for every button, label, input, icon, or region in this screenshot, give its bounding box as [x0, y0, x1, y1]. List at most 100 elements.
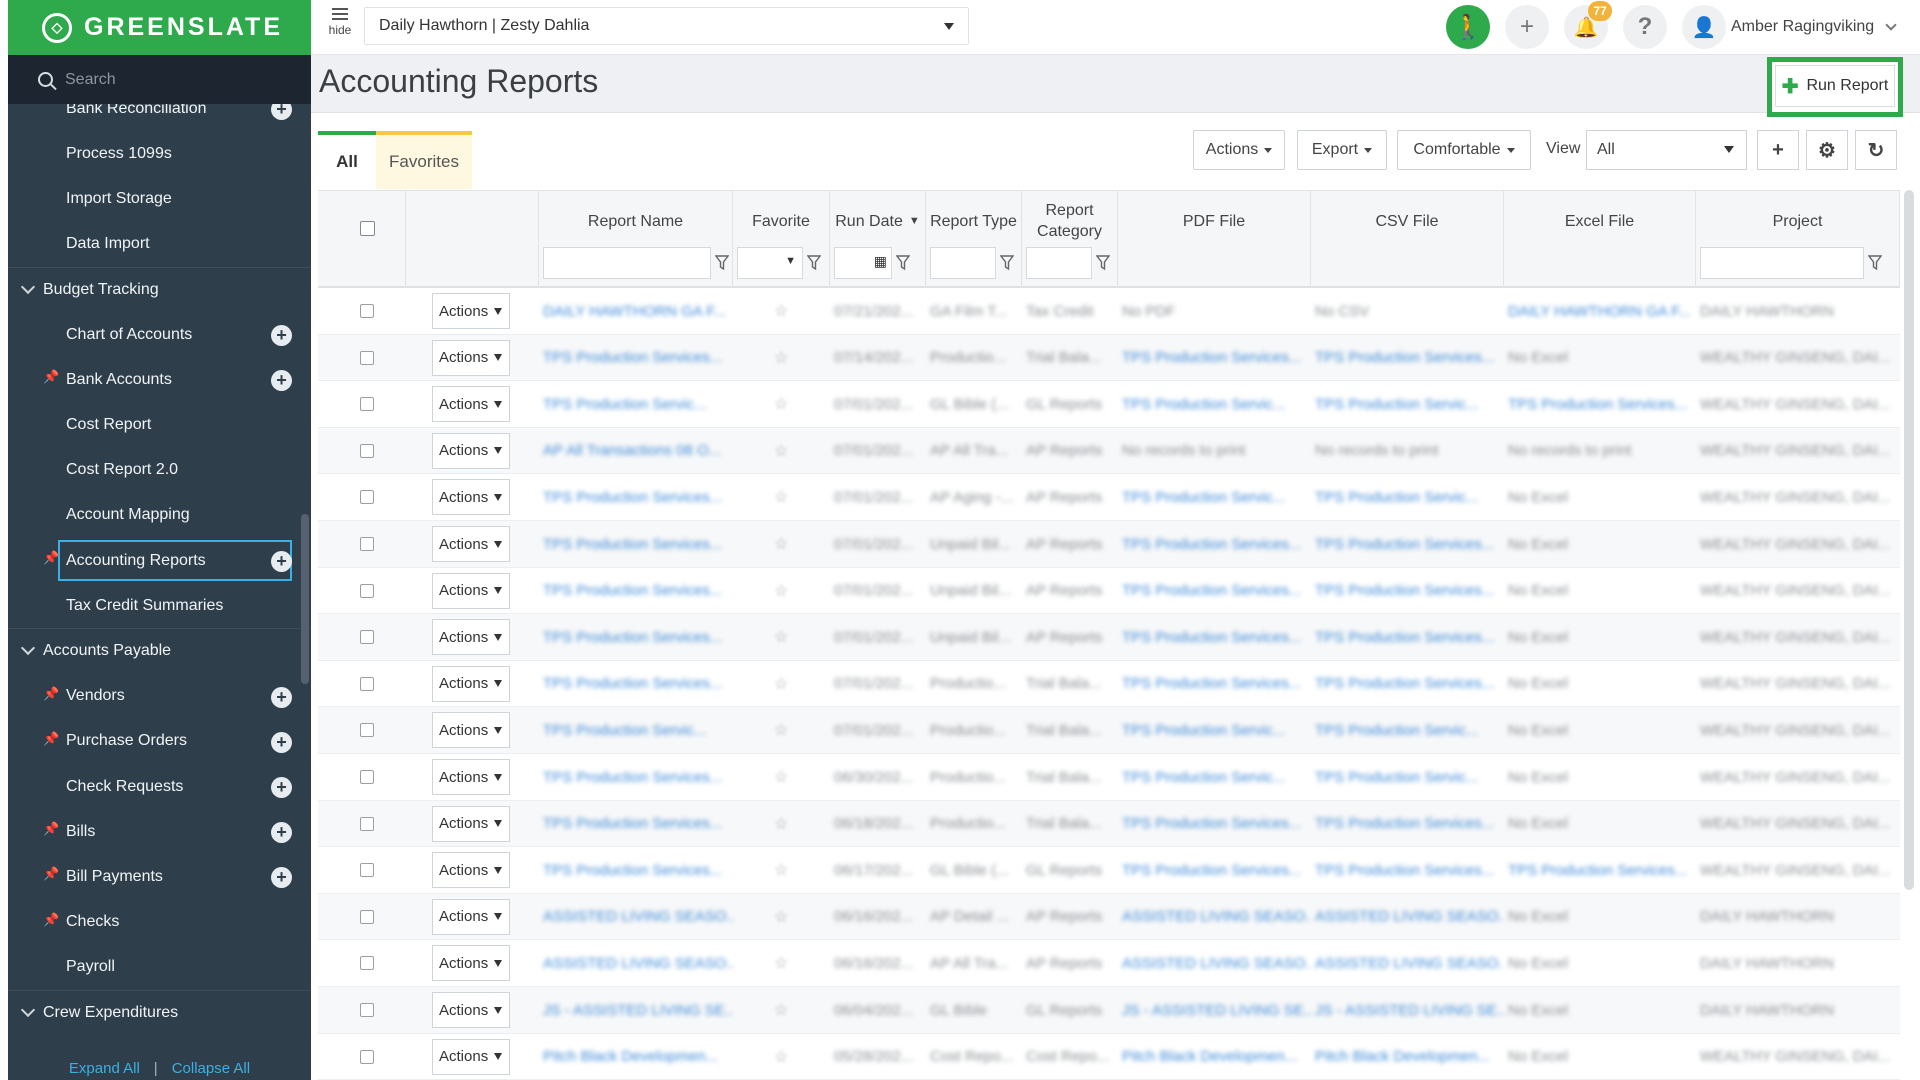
sidebar-item[interactable]: 📌 Bank Accounts +	[8, 357, 303, 402]
column-header-favorite[interactable]: Favorite ▼	[733, 191, 830, 288]
excel-file-link[interactable]: No Excel	[1504, 521, 1696, 567]
pdf-file-link[interactable]: No PDF	[1118, 288, 1311, 334]
pdf-file-link[interactable]: TPS Production Services...	[1118, 614, 1311, 660]
row-actions-dropdown[interactable]: Actions	[432, 339, 510, 376]
table-row[interactable]: Actions TPS Production Servic... ☆ 07/01/20…	[318, 707, 1900, 754]
hide-sidebar-button[interactable]: hide	[325, 8, 355, 37]
add-item-button[interactable]: +	[271, 325, 292, 346]
row-checkbox[interactable]	[360, 583, 374, 598]
report-name-link[interactable]: TPS Production Services...	[539, 661, 733, 707]
csv-file-link[interactable]: No records to print	[1311, 428, 1504, 474]
filter-icon[interactable]	[999, 255, 1015, 271]
excel-file-link[interactable]: No Excel	[1504, 801, 1696, 847]
table-row[interactable]: Actions TPS Production Services... ☆ 07/01/…	[318, 568, 1900, 615]
select-all-checkbox[interactable]	[360, 221, 375, 236]
favorite-star-icon[interactable]: ☆	[774, 301, 788, 321]
pdf-file-link[interactable]: TPS Production Services...	[1118, 847, 1311, 893]
favorite-star-icon[interactable]: ☆	[774, 767, 788, 787]
pdf-file-link[interactable]: JS - ASSISTED LIVING SE...	[1118, 987, 1311, 1033]
pin-icon[interactable]: 📌	[43, 866, 59, 882]
favorite-star-icon[interactable]: ☆	[774, 348, 788, 368]
table-row[interactable]: Actions TPS Production Servic... ☆ 07/01/20…	[318, 381, 1900, 428]
brand-header[interactable]: ◇ GREENSLATE	[8, 0, 311, 55]
sidebar-item[interactable]: Tax Credit Summaries	[8, 583, 303, 628]
favorite-star-icon[interactable]: ☆	[774, 1000, 788, 1020]
column-filter-input[interactable]: ▼	[737, 247, 803, 279]
row-actions-dropdown[interactable]: Actions	[432, 526, 510, 562]
csv-file-link[interactable]: JS - ASSISTED LIVING SE...	[1311, 987, 1504, 1033]
table-row[interactable]: Actions TPS Production Services... ☆ 07/14/…	[318, 334, 1900, 382]
add-item-button[interactable]: +	[271, 777, 292, 798]
favorite-star-icon[interactable]: ☆	[774, 581, 788, 601]
row-actions-dropdown[interactable]: Actions	[432, 992, 510, 1028]
density-dropdown[interactable]: Comfortable	[1397, 130, 1531, 170]
csv-file-link[interactable]: TPS Production Servic...	[1311, 707, 1504, 753]
sidebar-item[interactable]: 📌 Bill Payments +	[8, 854, 303, 899]
favorite-star-icon[interactable]: ☆	[774, 627, 788, 647]
run-report-button[interactable]: ✚ Run Report	[1775, 65, 1895, 107]
favorite-star-icon[interactable]: ☆	[774, 1047, 788, 1067]
excel-file-link[interactable]: No Excel	[1504, 661, 1696, 707]
sidebar-item[interactable]: Bank Reconciliation +	[8, 104, 303, 131]
row-actions-dropdown[interactable]: Actions	[432, 619, 510, 656]
table-row[interactable]: Actions AP All Transactions 08 O... ☆ 07/01…	[318, 427, 1900, 475]
column-header-report-category[interactable]: Report Category	[1022, 191, 1118, 288]
column-filter-input[interactable]: ▦	[834, 247, 892, 279]
pdf-file-link[interactable]: ASSISTED LIVING SEASO...	[1118, 894, 1311, 940]
sidebar-group-budget[interactable]: Budget Tracking	[8, 266, 311, 312]
project-select[interactable]: Daily Hawthorn | Zesty Dahlia	[364, 7, 969, 45]
row-checkbox[interactable]	[360, 490, 374, 505]
add-item-button[interactable]: +	[271, 551, 292, 572]
user-avatar[interactable]: 👤	[1682, 5, 1726, 49]
table-row[interactable]: Actions JS - ASSISTED LIVING SE... ☆ 06/04/…	[318, 987, 1900, 1034]
column-header-report-name[interactable]: Report Name	[539, 191, 733, 288]
favorite-star-icon[interactable]: ☆	[774, 953, 788, 973]
column-header-run-date[interactable]: Run Date ▼ ▦	[830, 191, 926, 288]
sidebar-item[interactable]: 📌 Checks	[8, 900, 303, 945]
csv-file-link[interactable]: TPS Production Services...	[1311, 661, 1504, 707]
favorite-star-icon[interactable]: ☆	[774, 441, 788, 461]
table-row[interactable]: Actions Pitch Black Developmen... ☆ 05/28/2…	[318, 1034, 1900, 1080]
user-name[interactable]: Amber Ragingviking	[1731, 18, 1874, 36]
favorite-star-icon[interactable]: ☆	[774, 860, 788, 880]
csv-file-link[interactable]: TPS Production Services...	[1311, 568, 1504, 614]
pdf-file-link[interactable]: TPS Production Services...	[1118, 801, 1311, 847]
row-actions-dropdown[interactable]: Actions	[432, 1038, 510, 1075]
pin-icon[interactable]: 📌	[43, 369, 59, 385]
row-actions-dropdown[interactable]: Actions	[432, 712, 510, 749]
row-actions-dropdown[interactable]: Actions	[432, 665, 510, 702]
table-row[interactable]: Actions ASSISTED LIVING SEASO... ☆ 06/16/20…	[318, 940, 1900, 987]
expand-all-link[interactable]: Expand All	[69, 1060, 140, 1077]
row-actions-dropdown[interactable]: Actions	[432, 432, 510, 469]
pdf-file-link[interactable]: TPS Production Services...	[1118, 661, 1311, 707]
csv-file-link[interactable]: TPS Production Services...	[1311, 521, 1504, 567]
table-row[interactable]: Actions TPS Production Services... ☆ 06/17/…	[318, 847, 1900, 894]
row-actions-dropdown[interactable]: Actions	[432, 898, 510, 935]
quick-add-button[interactable]: +	[1505, 5, 1549, 49]
excel-file-link[interactable]: TPS Production Services...	[1504, 381, 1696, 427]
row-checkbox[interactable]	[360, 397, 374, 412]
csv-file-link[interactable]: ASSISTED LIVING SEASO...	[1311, 940, 1504, 986]
row-checkbox[interactable]	[360, 1049, 374, 1064]
row-checkbox[interactable]	[360, 723, 374, 738]
table-row[interactable]: Actions ASSISTED LIVING SEASO... ☆ 06/16/20…	[318, 893, 1900, 941]
sidebar-item[interactable]: Process 1099s	[8, 131, 303, 176]
report-name-link[interactable]: TPS Production Servic...	[539, 381, 733, 427]
column-filter-input[interactable]	[543, 247, 711, 279]
pin-icon[interactable]: 📌	[43, 821, 59, 837]
row-actions-dropdown[interactable]: Actions	[432, 945, 510, 982]
filter-icon[interactable]	[1095, 255, 1111, 271]
excel-file-link[interactable]: No Excel	[1504, 707, 1696, 753]
pdf-file-link[interactable]: TPS Production Services...	[1118, 568, 1311, 614]
filter-icon[interactable]	[806, 255, 822, 271]
excel-file-link[interactable]: No records to print	[1504, 428, 1696, 474]
column-filter-input[interactable]	[1026, 247, 1092, 279]
row-checkbox[interactable]	[360, 443, 374, 458]
report-name-link[interactable]: ASSISTED LIVING SEASO...	[539, 940, 733, 986]
pdf-file-link[interactable]: TPS Production Servic...	[1118, 707, 1311, 753]
csv-file-link[interactable]: TPS Production Servic...	[1311, 474, 1504, 520]
column-header-csv-file[interactable]: CSV File	[1311, 191, 1504, 288]
column-header-excel-file[interactable]: Excel File	[1504, 191, 1696, 288]
pdf-file-link[interactable]: TPS Production Servic...	[1118, 381, 1311, 427]
row-checkbox[interactable]	[360, 956, 374, 971]
